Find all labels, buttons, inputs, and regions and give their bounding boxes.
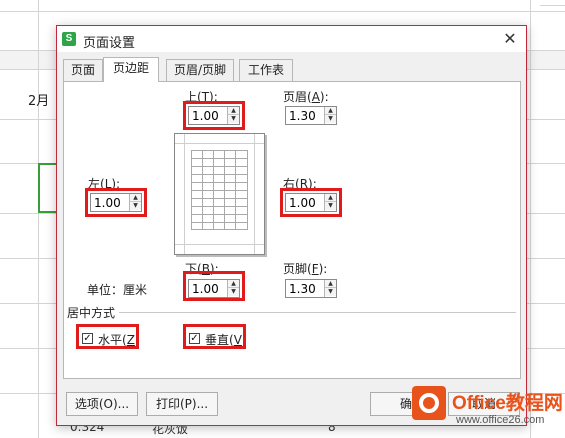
tab-page[interactable]: 页面 (63, 59, 103, 81)
center-on-page-heading: 居中方式 (67, 306, 116, 320)
tab-header-footer[interactable]: 页眉/页脚 (166, 59, 234, 81)
section-divider (119, 312, 516, 313)
highlight-box (183, 271, 245, 301)
footer-margin-label: 页脚(F): (283, 262, 328, 276)
tab-worksheet[interactable]: 工作表 (239, 59, 293, 81)
unit-label: 单位：厘米 (87, 283, 148, 297)
spin-down-icon[interactable]: ▼ (325, 115, 336, 123)
watermark-brand: Office教程网 (452, 393, 563, 414)
highlight-box (280, 188, 342, 217)
page-setup-dialog: S 页面设置 ✕ 页面 页边距 页眉/页脚 工作表 上(T): 1.00 ▲ ▼ … (56, 25, 527, 426)
highlight-box (183, 324, 246, 349)
close-icon[interactable]: ✕ (500, 29, 520, 49)
dialog-title: 页面设置 (83, 36, 136, 51)
preview-table-grid (191, 150, 248, 230)
wps-app-icon: S (62, 32, 76, 46)
highlight-box (183, 101, 245, 130)
spin-up-icon[interactable]: ▲ (325, 107, 336, 115)
watermark-url: www.office26.com (456, 414, 545, 426)
spin-down-icon[interactable]: ▼ (325, 288, 336, 296)
page-preview (174, 133, 265, 255)
office-logo-icon (412, 386, 446, 420)
header-margin-spinner[interactable]: 1.30 ▲ ▼ (285, 106, 337, 125)
watermark: Office教程网 www.office26.com (412, 384, 563, 434)
footer-margin-value[interactable]: 1.30 (289, 282, 316, 296)
spin-up-icon[interactable]: ▲ (325, 280, 336, 288)
month-cell: 2月 (28, 94, 50, 109)
highlight-box (85, 188, 147, 217)
dialog-titlebar[interactable]: S 页面设置 ✕ (57, 26, 526, 52)
footer-margin-spinner[interactable]: 1.30 ▲ ▼ (285, 279, 337, 298)
highlight-box (76, 324, 139, 349)
options-button[interactable]: 选项(O)... (66, 392, 138, 416)
margins-panel: 上(T): 1.00 ▲ ▼ 页眉(A): 1.30 ▲ ▼ 左(L): 1.00 … (63, 81, 521, 379)
header-margin-value[interactable]: 1.30 (289, 109, 316, 123)
tab-margins[interactable]: 页边距 (103, 57, 159, 82)
header-margin-label: 页眉(A): (283, 90, 329, 104)
print-button[interactable]: 打印(P)... (146, 392, 218, 416)
